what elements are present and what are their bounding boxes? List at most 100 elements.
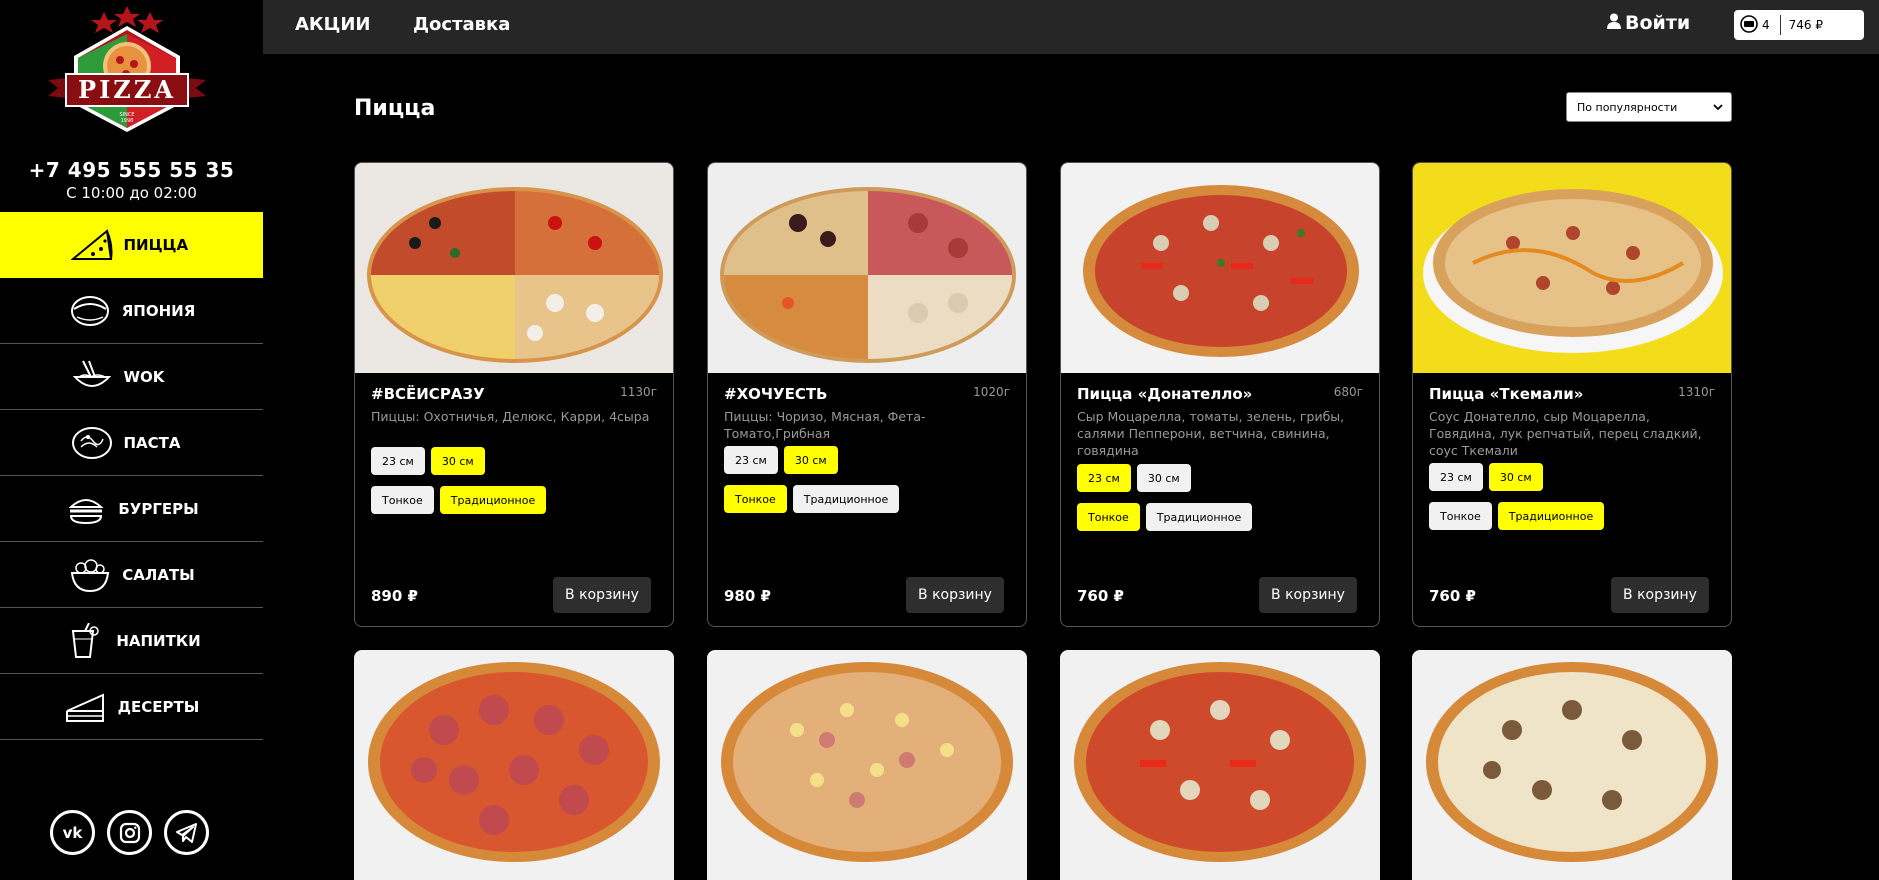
promo-link[interactable]: АКЦИИ (295, 14, 370, 35)
product-name: #ВСЁИСРАЗУ (371, 385, 485, 403)
nav-label: WOK (123, 367, 165, 386)
wok-noodles-icon (70, 355, 114, 399)
nav-item-desserts[interactable]: ДЕСЕРТЫ (0, 674, 263, 740)
telegram-icon[interactable] (164, 810, 209, 855)
product-card[interactable]: Пицца «Ткемали» 1310г Соус Донателло, сы… (1412, 162, 1732, 627)
nav-label: САЛАТЫ (122, 565, 195, 584)
product-description: Пиццы: Охотничья, Делюкс, Карри, 4сыра (371, 409, 650, 424)
dough-option-selected[interactable]: Традиционное (439, 486, 547, 514)
product-image[interactable] (707, 650, 1027, 880)
pasta-icon (70, 421, 114, 465)
phone-number[interactable]: +7 495 555 55 35 (0, 158, 263, 182)
salad-bowl-icon (68, 553, 112, 597)
size-options: 23 см 30 см (1077, 464, 1191, 492)
product-price: 980 ₽ (724, 587, 771, 605)
product-card[interactable]: Пицца «Донателло» 680г Сыр Моцарелла, то… (1060, 162, 1380, 627)
dough-option-selected[interactable]: Традиционное (1497, 502, 1605, 530)
product-name: Пицца «Ткемали» (1429, 385, 1584, 403)
vk-glyph: vk (62, 823, 83, 842)
nav-item-burgers[interactable]: БУРГЕРЫ (0, 476, 263, 542)
nav-item-pizza[interactable]: ПИЦЦА (0, 212, 263, 278)
page-title: Пицца (354, 96, 436, 121)
product-price: 760 ₽ (1077, 587, 1124, 605)
add-to-cart-button[interactable]: В корзину (553, 577, 651, 613)
dough-options: Тонкое Традиционное (724, 485, 900, 513)
nav-item-salads[interactable]: САЛАТЫ (0, 542, 263, 608)
add-to-cart-button[interactable]: В корзину (1259, 577, 1357, 613)
product-weight: 1310г (1678, 385, 1715, 399)
product-image[interactable] (1061, 163, 1379, 373)
nav-item-wok[interactable]: WOK (0, 344, 263, 410)
chevron-down-icon (1713, 101, 1723, 114)
product-price: 760 ₽ (1429, 587, 1476, 605)
delivery-link[interactable]: Доставка (413, 14, 510, 35)
product-image[interactable] (355, 163, 673, 373)
size-option[interactable]: 30 см (1136, 464, 1191, 492)
dough-option[interactable]: Тонкое (1429, 502, 1492, 530)
nav-item-pasta[interactable]: ПАСТА (0, 410, 263, 476)
product-image[interactable] (708, 163, 1026, 373)
product-weight: 1130г (620, 385, 657, 399)
nav-label: ДЕСЕРТЫ (117, 697, 200, 716)
cart-button[interactable]: 4 746 ₽ (1734, 10, 1864, 40)
size-option-selected[interactable]: 23 см (1077, 464, 1131, 492)
dough-options: Тонкое Традиционное (371, 486, 547, 514)
opening-hours: С 10:00 до 02:00 (66, 184, 197, 202)
size-option[interactable]: 23 см (371, 447, 425, 475)
dough-option-selected[interactable]: Тонкое (1077, 503, 1140, 531)
sort-select[interactable]: По популярности (1566, 92, 1732, 122)
add-to-cart-button[interactable]: В корзину (1611, 577, 1709, 613)
drink-icon (62, 619, 106, 663)
instagram-icon[interactable] (107, 810, 152, 855)
category-nav: ПИЦЦА ЯПОНИЯ WOK ПАСТА БУРГЕРЫ САЛАТЫ НА… (0, 212, 263, 740)
burger-icon (64, 487, 108, 531)
nav-label: ПИЦЦА (123, 236, 189, 254)
dough-option[interactable]: Тонкое (371, 486, 434, 514)
svg-text:PIZZA: PIZZA (78, 75, 176, 104)
size-option-selected[interactable]: 30 см (430, 447, 485, 475)
login-button[interactable]: Войти (1607, 12, 1690, 34)
product-card[interactable]: #ВСЁИСРАЗУ 1130г Пиццы: Охотничья, Делюк… (354, 162, 674, 627)
size-options: 23 см 30 см (724, 446, 838, 474)
product-description: Сыр Моцарелла, томаты, зелень, грибы, са… (1077, 409, 1345, 458)
product-card[interactable]: #ХОЧУЕСТЬ 1020г Пиццы: Чоризо, Мясная, Ф… (707, 162, 1027, 627)
pizza-logo[interactable]: PIZZA SINCE 1998 (42, 4, 212, 134)
size-options: 23 см 30 см (1429, 463, 1543, 491)
product-name: Пицца «Донателло» (1077, 385, 1253, 403)
product-weight: 680г (1333, 385, 1363, 399)
size-option[interactable]: 23 см (1429, 463, 1483, 491)
svg-text:1998: 1998 (121, 118, 134, 124)
cart-count: 4 (1762, 18, 1770, 32)
product-image[interactable] (1412, 650, 1732, 880)
product-image[interactable] (1413, 163, 1731, 373)
product-price: 890 ₽ (371, 587, 418, 605)
dough-options: Тонкое Традиционное (1077, 503, 1253, 531)
dough-option[interactable]: Традиционное (792, 485, 900, 513)
sidebar: PIZZA SINCE 1998 +7 495 555 55 35 С 10:0… (0, 0, 263, 867)
size-option-selected[interactable]: 30 см (783, 446, 838, 474)
dough-option[interactable]: Традиционное (1145, 503, 1253, 531)
nav-label: НАПИТКИ (116, 631, 201, 650)
sushi-icon (68, 289, 112, 333)
product-description: Пиццы: Чоризо, Мясная, Фета-Томато,Грибн… (724, 409, 926, 441)
size-option[interactable]: 23 см (724, 446, 778, 474)
pizza-slice-icon (70, 223, 114, 267)
product-description: Соус Донателло, сыр Моцарелла, Говядина,… (1429, 409, 1702, 458)
login-label: Войти (1625, 12, 1691, 34)
add-to-cart-button[interactable]: В корзину (906, 577, 1004, 613)
product-name: #ХОЧУЕСТЬ (724, 385, 828, 403)
top-bar: АКЦИИ Доставка Войти 4 746 ₽ (263, 0, 1879, 54)
nav-item-drinks[interactable]: НАПИТКИ (0, 608, 263, 674)
cake-slice-icon (64, 685, 108, 729)
dough-option-selected[interactable]: Тонкое (724, 485, 787, 513)
size-option-selected[interactable]: 30 см (1488, 463, 1543, 491)
sort-selected-value: По популярности (1577, 100, 1678, 114)
size-options: 23 см 30 см (371, 447, 485, 475)
nav-label: ПАСТА (123, 433, 181, 452)
nav-label: ЯПОНИЯ (121, 301, 196, 320)
nav-item-japan[interactable]: ЯПОНИЯ (0, 278, 263, 344)
cart-icon (1740, 14, 1758, 36)
product-image[interactable] (354, 650, 674, 880)
vk-icon[interactable]: vk (50, 810, 95, 855)
product-image[interactable] (1060, 650, 1380, 880)
